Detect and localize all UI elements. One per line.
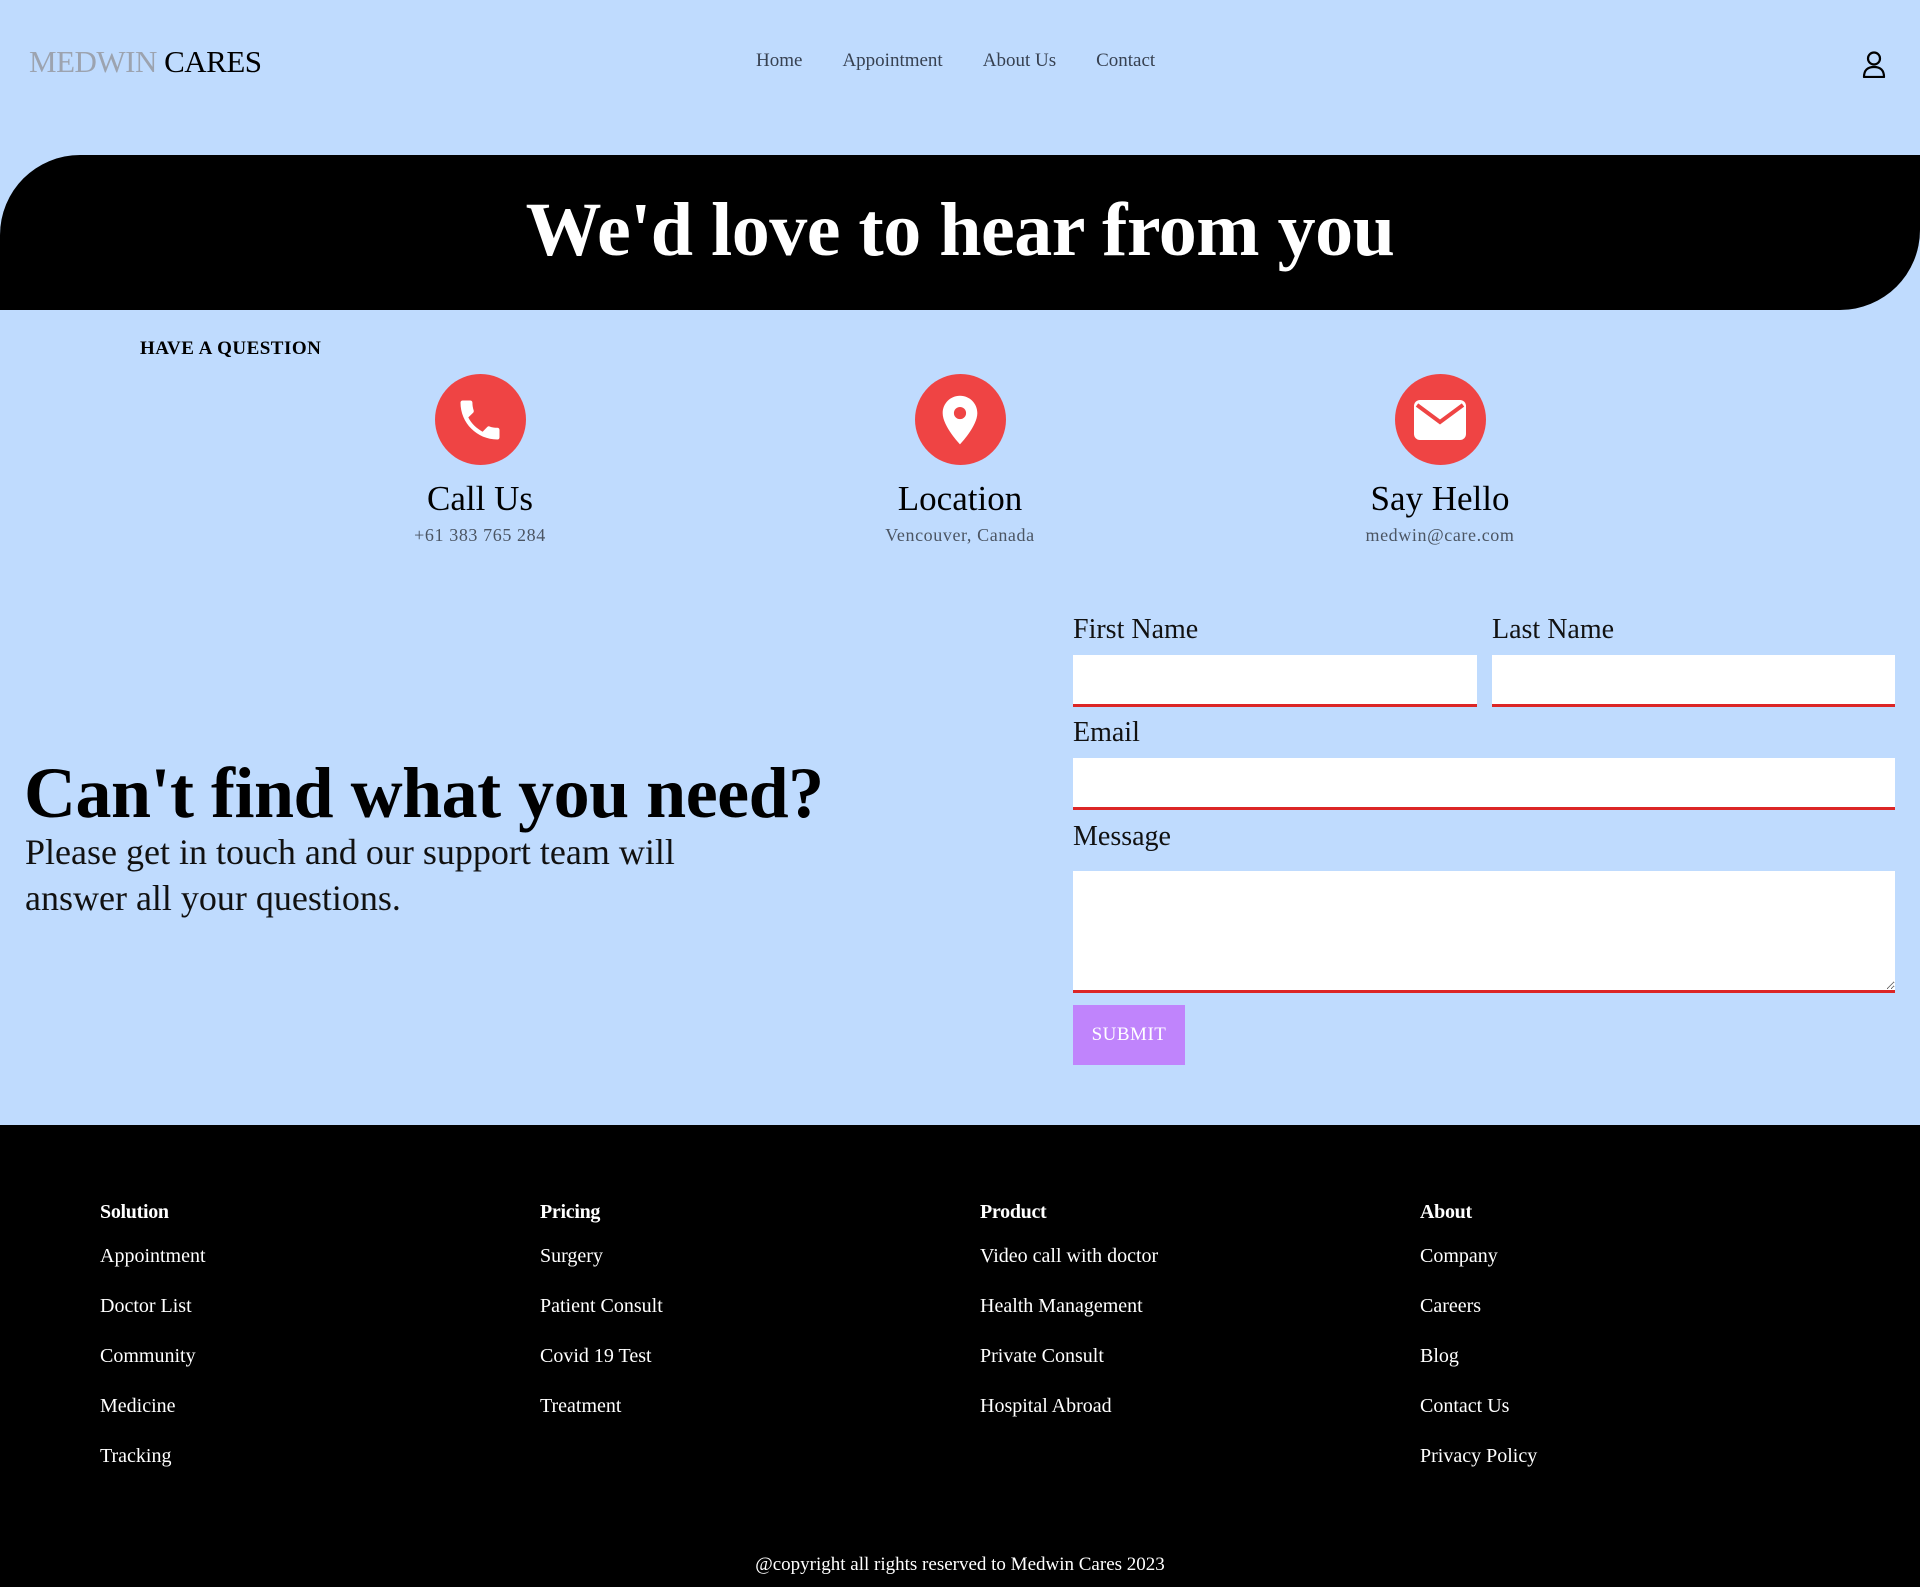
site-footer: Solution Appointment Doctor List Communi… — [0, 1125, 1920, 1587]
footer-link-blog[interactable]: Blog — [1420, 1344, 1537, 1394]
logo-part-medwin: MEDWIN — [29, 44, 157, 79]
nav-home[interactable]: Home — [756, 50, 802, 72]
footer-link-treatment[interactable]: Treatment — [540, 1394, 663, 1444]
main-nav: Home Appointment About Us Contact — [756, 50, 1195, 72]
contact-card-location: Location Vencouver, Canada — [810, 374, 1110, 546]
footer-link-patient-consult[interactable]: Patient Consult — [540, 1294, 663, 1344]
footer-link-company[interactable]: Company — [1420, 1244, 1537, 1294]
footer-link-doctor-list[interactable]: Doctor List — [100, 1294, 206, 1344]
footer-link-health-management[interactable]: Health Management — [980, 1294, 1158, 1344]
site-logo[interactable]: MEDWIN CARES — [29, 44, 262, 80]
last-name-input[interactable] — [1492, 655, 1895, 707]
email-input[interactable] — [1073, 758, 1895, 810]
phone-icon-circle — [434, 374, 526, 465]
footer-link-surgery[interactable]: Surgery — [540, 1244, 663, 1294]
footer-link-careers[interactable]: Careers — [1420, 1294, 1537, 1344]
footer-column-about: About Company Careers Blog Contact Us Pr… — [1420, 1201, 1537, 1494]
submit-button[interactable]: SUBMIT — [1073, 1005, 1185, 1065]
hero-banner: We'd love to hear from you — [0, 155, 1920, 310]
envelope-icon-circle — [1394, 374, 1486, 465]
location-icon-circle — [914, 374, 1006, 465]
nav-contact[interactable]: Contact — [1096, 50, 1155, 72]
footer-link-contact-us[interactable]: Contact Us — [1420, 1394, 1537, 1444]
help-heading: Can't find what you need? — [24, 753, 824, 833]
contact-title-call: Call Us — [427, 479, 533, 518]
footer-link-tracking[interactable]: Tracking — [100, 1444, 206, 1494]
footer-link-privacy-policy[interactable]: Privacy Policy — [1420, 1444, 1537, 1494]
contact-title-location: Location — [897, 479, 1023, 518]
nav-appointment[interactable]: Appointment — [842, 50, 942, 72]
footer-heading-pricing: Pricing — [540, 1201, 601, 1223]
footer-link-appointment[interactable]: Appointment — [100, 1244, 206, 1294]
envelope-icon — [1414, 399, 1466, 440]
copyright-text: @copyright all rights reserved to Medwin… — [755, 1554, 1165, 1575]
contact-card-call: Call Us +61 383 765 284 — [330, 374, 630, 546]
footer-heading-about: About — [1420, 1201, 1472, 1223]
location-pin-icon — [942, 395, 978, 444]
question-label: HAVE A QUESTION — [140, 338, 322, 359]
footer-heading-product: Product — [980, 1201, 1047, 1223]
logo-part-cares: CARES — [164, 44, 262, 79]
contact-location-value: Vencouver, Canada — [885, 525, 1035, 545]
contact-phone-number: +61 383 765 284 — [414, 525, 546, 545]
footer-column-pricing: Pricing Surgery Patient Consult Covid 19… — [540, 1201, 663, 1444]
contact-card-email: Say Hello medwin@care.com — [1290, 374, 1590, 546]
phone-icon — [460, 400, 500, 439]
footer-link-private-consult[interactable]: Private Consult — [980, 1344, 1158, 1394]
first-name-label: First Name — [1073, 614, 1199, 645]
footer-link-video-call[interactable]: Video call with doctor — [980, 1244, 1158, 1294]
footer-link-covid-test[interactable]: Covid 19 Test — [540, 1344, 663, 1394]
nav-about-us[interactable]: About Us — [983, 50, 1056, 72]
footer-column-product: Product Video call with doctor Health Ma… — [980, 1201, 1158, 1444]
footer-heading-solution: Solution — [100, 1201, 169, 1223]
contact-title-email: Say Hello — [1370, 479, 1510, 518]
last-name-label: Last Name — [1492, 614, 1615, 645]
site-header: MEDWIN CARES Home Appointment About Us C… — [0, 0, 1920, 126]
message-textarea[interactable] — [1073, 871, 1895, 993]
message-label: Message — [1073, 821, 1171, 852]
user-icon[interactable] — [1862, 51, 1886, 78]
footer-link-medicine[interactable]: Medicine — [100, 1394, 206, 1444]
help-description: Please get in touch and our support team… — [25, 832, 675, 918]
footer-link-community[interactable]: Community — [100, 1344, 206, 1394]
first-name-input[interactable] — [1073, 655, 1477, 707]
email-label: Email — [1073, 717, 1140, 748]
footer-link-hospital-abroad[interactable]: Hospital Abroad — [980, 1394, 1158, 1444]
contact-email-value[interactable]: medwin@care.com — [1290, 525, 1590, 546]
footer-column-solution: Solution Appointment Doctor List Communi… — [100, 1201, 206, 1494]
banner-title: We'd love to hear from you — [525, 188, 1395, 272]
